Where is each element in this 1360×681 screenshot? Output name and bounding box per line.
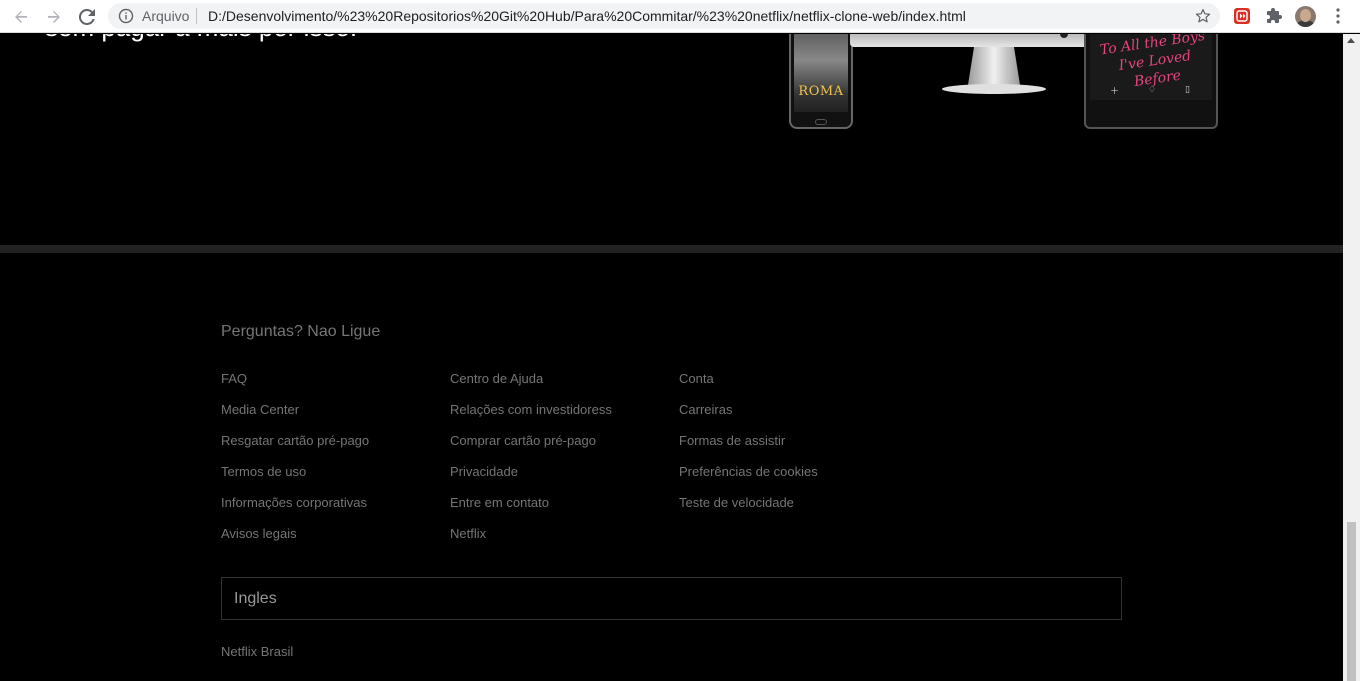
url-separator (196, 8, 197, 24)
footer-link[interactable]: Teste de velocidade (679, 495, 794, 510)
footer-link[interactable]: Avisos legais (221, 526, 297, 541)
phone-movie-title: ROMA (798, 84, 844, 99)
footer-link[interactable]: Entre em contato (450, 495, 549, 510)
phone-home-button (815, 119, 827, 125)
hero-text: sem pagar a mais por isso. (45, 34, 357, 43)
like-icon: ♢ (1147, 84, 1157, 94)
kebab-menu-icon[interactable] (1330, 7, 1346, 25)
footer-country: Netflix Brasil (221, 644, 294, 659)
reload-icon (79, 9, 95, 25)
add-icon: ＋ (1110, 86, 1120, 96)
avatar-face (1300, 9, 1311, 22)
address-bar[interactable]: Arquivo D:/Desenvolvimento/%23%20Reposit… (108, 3, 1220, 29)
url-text[interactable]: D:/Desenvolvimento/%23%20Repositorios%20… (208, 8, 966, 24)
footer-link[interactable]: Conta (679, 371, 714, 386)
forward-button[interactable] (42, 5, 66, 29)
monitor-bottom (850, 34, 1090, 47)
footer-link[interactable]: Netflix (450, 526, 486, 541)
footer-link[interactable]: Centro de Ajuda (450, 371, 543, 386)
monitor-notch (1060, 34, 1068, 38)
monitor-stand (942, 47, 1046, 94)
forward-arrow-icon (48, 11, 60, 23)
info-icon[interactable] (118, 8, 134, 24)
tablet-device: To All the Boys I've Loved Before ＋ ♢ ▯ (1084, 34, 1218, 129)
footer-link[interactable]: Termos de uso (221, 464, 306, 479)
back-button[interactable] (9, 5, 33, 29)
media-extension-icon[interactable] (1233, 7, 1251, 25)
footer-link[interactable]: Informações corporativas (221, 495, 367, 510)
language-label: Ingles (234, 590, 277, 607)
footer-link[interactable]: Formas de assistir (679, 433, 785, 448)
tablet-controls: ＋ ♢ ▯ (1110, 84, 1190, 97)
reload-button[interactable] (75, 5, 99, 29)
browser-toolbar: Arquivo D:/Desenvolvimento/%23%20Reposit… (0, 0, 1360, 33)
scroll-up-arrow-icon[interactable] (1347, 38, 1355, 43)
footer-link[interactable]: Privacidade (450, 464, 518, 479)
footer-link[interactable]: Relações com investidoress (450, 402, 612, 417)
scroll-thumb[interactable] (1347, 522, 1356, 681)
back-arrow-icon (15, 11, 27, 23)
footer-link[interactable]: Media Center (221, 402, 299, 417)
avatar[interactable] (1295, 6, 1316, 27)
footer-link[interactable]: Preferências de cookies (679, 464, 818, 479)
footer-link[interactable]: Carreiras (679, 402, 732, 417)
page-viewport: sem pagar a mais por isso. ROMA To All t… (0, 34, 1343, 681)
puzzle-extension-icon[interactable] (1265, 7, 1283, 25)
page-scrollbar[interactable] (1343, 34, 1360, 681)
footer-question: Perguntas? Nao Ligue (221, 323, 381, 340)
origin-label: Arquivo (142, 8, 190, 24)
language-select[interactable]: Ingles (221, 577, 1122, 620)
phone-device: ROMA (789, 34, 853, 129)
footer-link[interactable]: Comprar cartão pré-pago (450, 433, 596, 448)
star-icon[interactable] (1194, 7, 1212, 25)
footer-link[interactable]: Resgatar cartão pré-pago (221, 433, 369, 448)
section-divider (0, 245, 1343, 253)
download-icon: ▯ (1185, 84, 1190, 94)
devices-illustration: ROMA To All the Boys I've Loved Before ＋… (780, 34, 1230, 134)
phone-screen: ROMA (794, 34, 848, 112)
footer-link[interactable]: FAQ (221, 371, 247, 386)
